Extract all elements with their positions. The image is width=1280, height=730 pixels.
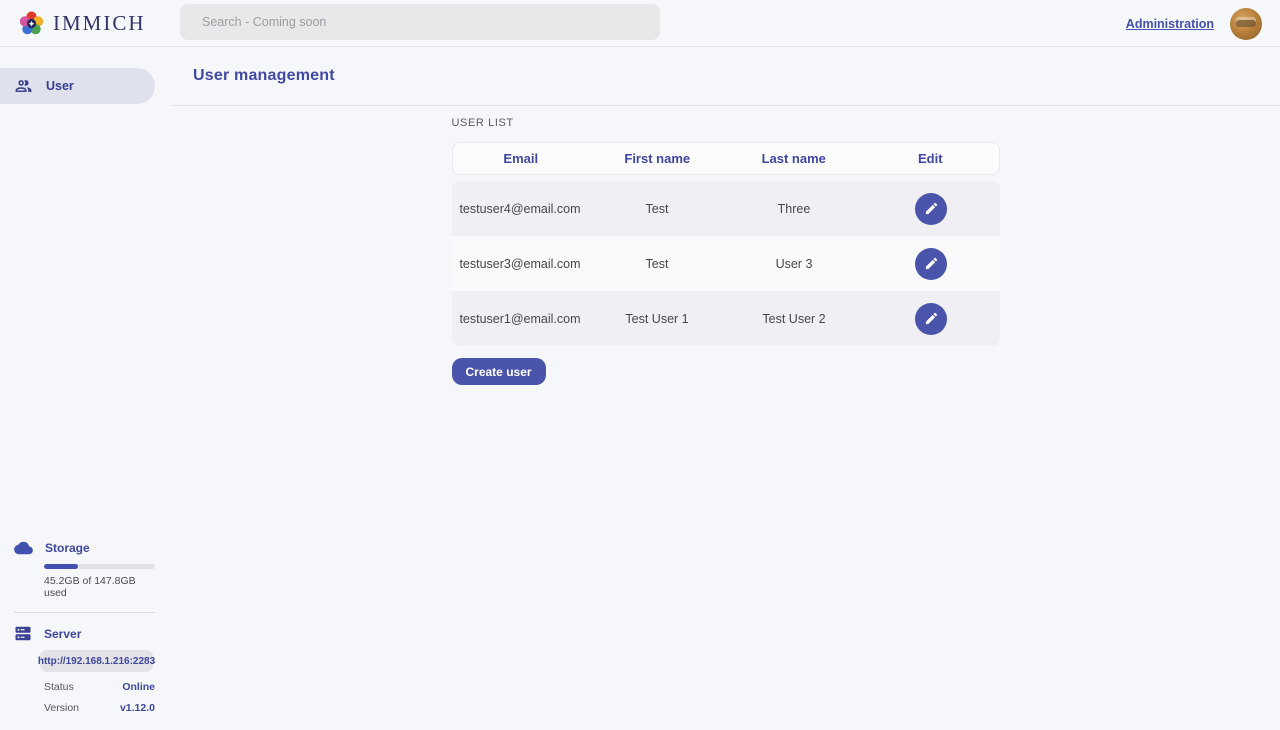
cloud-icon [14, 541, 33, 555]
user-avatar[interactable] [1230, 8, 1262, 40]
server-status-row: Status Online [44, 681, 155, 693]
version-label: Version [44, 702, 79, 714]
users-icon [14, 77, 33, 96]
cell-email: testuser4@email.com [452, 202, 589, 216]
administration-link[interactable]: Administration [1126, 17, 1214, 31]
user-table-header: Email First name Last name Edit [452, 142, 1000, 175]
cell-first-name: Test [589, 202, 726, 216]
pencil-icon [924, 256, 939, 271]
cell-email: testuser3@email.com [452, 257, 589, 271]
sidebar-status-panel: Storage 45.2GB of 147.8GB used Server [0, 541, 155, 730]
pencil-icon [924, 201, 939, 216]
cell-last-name: Three [726, 202, 863, 216]
storage-progress-fill [44, 564, 78, 569]
cell-first-name: Test [589, 257, 726, 271]
storage-title: Storage [45, 541, 90, 555]
col-edit: Edit [862, 151, 999, 166]
cell-first-name: Test User 1 [589, 312, 726, 326]
table-row: testuser1@email.com Test User 1 Test Use… [452, 291, 1000, 346]
create-user-button[interactable]: Create user [452, 358, 546, 385]
server-url-badge: http://192.168.1.216:2283 [40, 650, 153, 672]
server-title: Server [44, 627, 81, 641]
server-version-row: Version v1.12.0 [44, 702, 155, 714]
sidebar: User Storage 45.2GB of 147.8GB used [0, 47, 155, 730]
version-value: v1.12.0 [120, 702, 155, 714]
app-window: ✦ IMMICH Administration User Storage [0, 0, 1280, 730]
user-table: testuser4@email.com Test Three testuser3… [452, 181, 1000, 346]
page-title-bar: User management [171, 47, 1280, 106]
svg-text:✦: ✦ [28, 19, 36, 29]
sidebar-divider [14, 612, 155, 613]
user-list-label: USER LIST [452, 117, 1000, 129]
storage-usage-text: 45.2GB of 147.8GB used [44, 575, 155, 599]
edit-user-button[interactable] [915, 193, 947, 225]
col-last-name: Last name [726, 151, 863, 166]
cell-last-name: User 3 [726, 257, 863, 271]
col-email: Email [453, 151, 590, 166]
table-row: testuser3@email.com Test User 3 [452, 236, 1000, 291]
col-first-name: First name [589, 151, 726, 166]
table-row: testuser4@email.com Test Three [452, 181, 1000, 236]
edit-user-button[interactable] [915, 303, 947, 335]
top-navbar: ✦ IMMICH Administration [0, 0, 1280, 47]
immich-logo[interactable]: ✦ IMMICH [0, 10, 180, 37]
content-area: User management USER LIST Email First na… [171, 47, 1280, 730]
cell-email: testuser1@email.com [452, 312, 589, 326]
status-label: Status [44, 681, 74, 693]
status-value: Online [122, 681, 155, 693]
immich-flower-icon: ✦ [18, 10, 45, 37]
edit-user-button[interactable] [915, 248, 947, 280]
sidebar-item-user-label: User [46, 79, 74, 93]
page-title: User management [193, 67, 335, 85]
pencil-icon [924, 311, 939, 326]
search-input[interactable] [180, 4, 660, 40]
brand-name: IMMICH [53, 11, 146, 36]
cell-last-name: Test User 2 [726, 312, 863, 326]
storage-progress-bar [44, 564, 155, 569]
server-icon [14, 625, 32, 642]
sidebar-item-user[interactable]: User [0, 68, 155, 104]
server-url: http://192.168.1.216:2283 [38, 656, 155, 667]
